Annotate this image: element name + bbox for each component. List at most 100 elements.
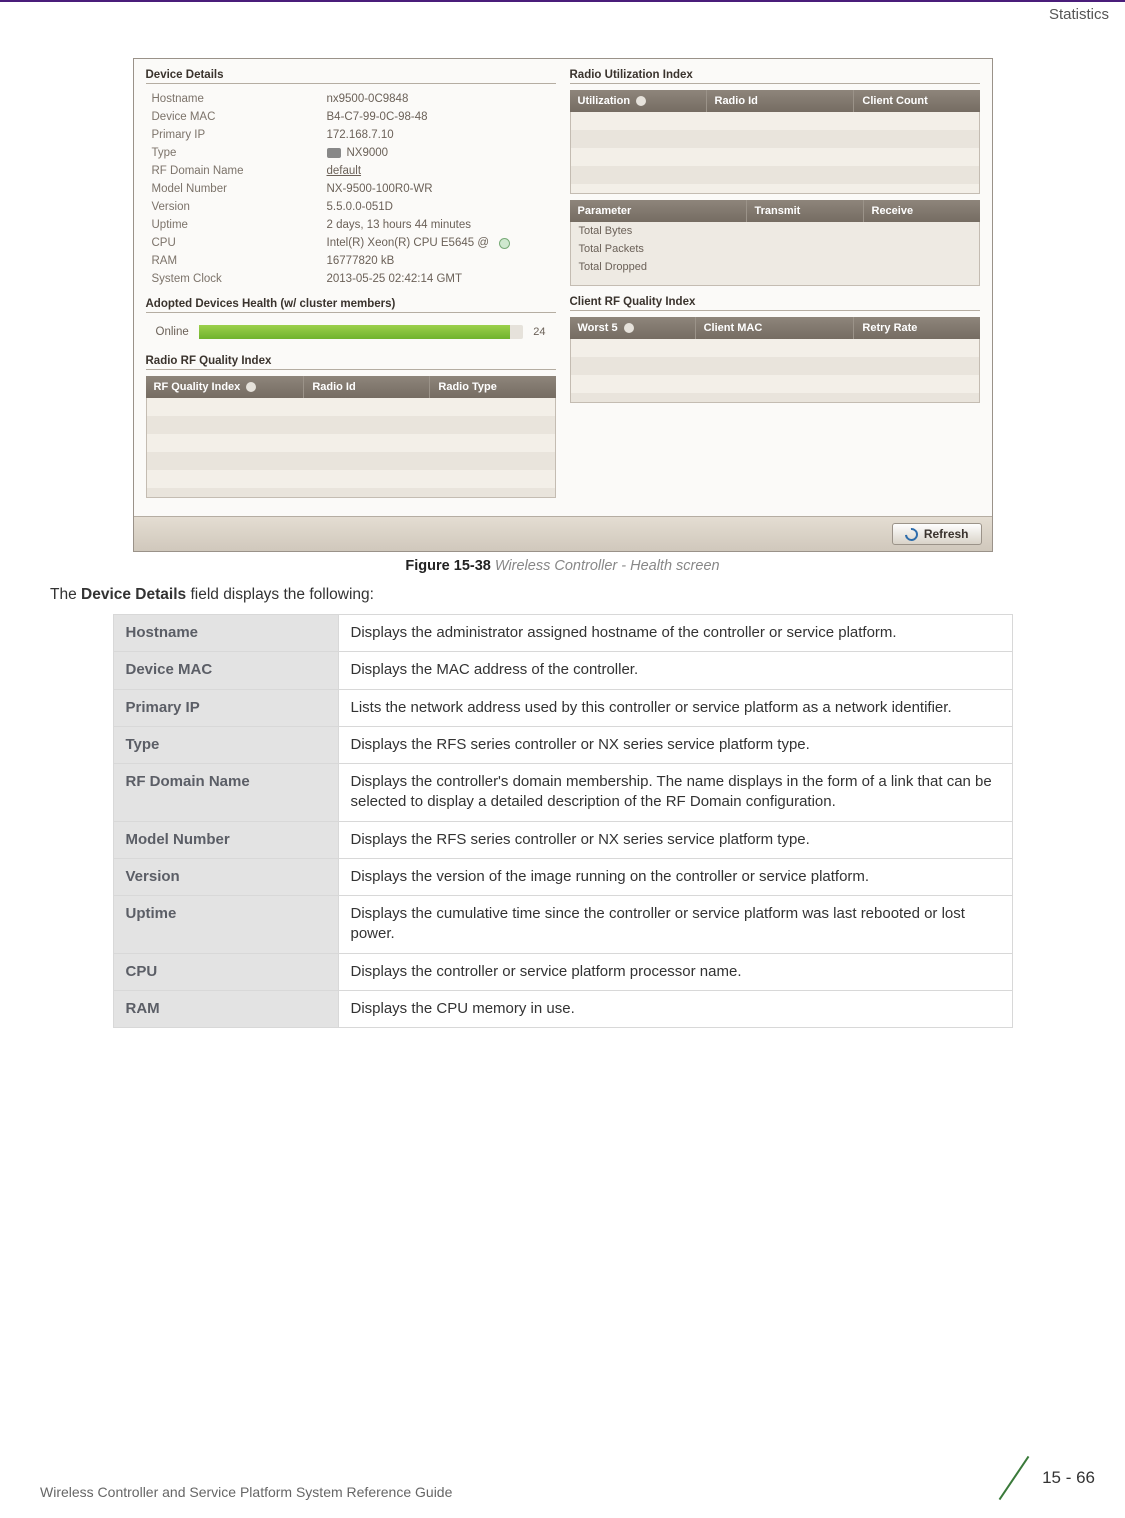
bar-value: 24 xyxy=(533,326,545,338)
value: 5.5.0.0-051D xyxy=(327,201,550,213)
term-cell: Type xyxy=(113,726,338,763)
col-transmit[interactable]: Transmit xyxy=(747,200,864,222)
param-rx xyxy=(863,240,979,258)
desc-cell: Displays the administrator assigned host… xyxy=(338,615,1012,652)
page-number-box: 15 - 66 xyxy=(994,1456,1095,1500)
label: RAM xyxy=(152,255,327,267)
col-utilization[interactable]: Utilization xyxy=(570,90,707,112)
status-dot-icon xyxy=(499,238,510,249)
client-rf-legend: Client RF Quality Index xyxy=(570,296,980,311)
param-rx xyxy=(863,222,979,240)
table-row: Model Number Displays the RFS series con… xyxy=(113,821,1012,858)
value[interactable]: default xyxy=(327,165,550,177)
table-row: CPU Displays the controller or service p… xyxy=(113,953,1012,990)
param-rx xyxy=(863,258,979,276)
intro-suffix: field displays the following: xyxy=(186,586,374,603)
desc-cell: Displays the MAC address of the controll… xyxy=(338,652,1012,689)
param-tx xyxy=(747,240,863,258)
value: 16777820 kB xyxy=(327,255,550,267)
row-uptime: Uptime 2 days, 13 hours 44 minutes xyxy=(146,216,556,234)
col-radio-id[interactable]: Radio Id xyxy=(304,376,430,398)
radio-rf-head: RF Quality Index Radio Id Radio Type xyxy=(146,376,556,398)
param-row: Total Packets xyxy=(571,240,979,258)
term-cell: Device MAC xyxy=(113,652,338,689)
client-rf-body xyxy=(570,339,980,403)
col-radio-id[interactable]: Radio Id xyxy=(707,90,855,112)
row-hostname: Hostname nx9500-0C9848 xyxy=(146,90,556,108)
screenshot-footer: Refresh xyxy=(134,516,992,551)
desc-cell: Lists the network address used by this c… xyxy=(338,689,1012,726)
term-cell: RF Domain Name xyxy=(113,764,338,822)
device-details-panel: Device Details Hostname nx9500-0C9848 De… xyxy=(146,69,556,288)
param-row: Total Dropped xyxy=(571,258,979,276)
term-cell: Hostname xyxy=(113,615,338,652)
col-label: Utilization xyxy=(578,95,631,107)
col-retry-rate[interactable]: Retry Rate xyxy=(854,317,979,339)
value: 2013-05-25 02:42:14 GMT xyxy=(327,273,550,285)
value: 2 days, 13 hours 44 minutes xyxy=(327,219,550,231)
client-rf-head: Worst 5 Client MAC Retry Rate xyxy=(570,317,980,339)
value: B4-C7-99-0C-98-48 xyxy=(327,111,550,123)
row-primary-ip: Primary IP 172.168.7.10 xyxy=(146,126,556,144)
row-ram: RAM 16777820 kB xyxy=(146,252,556,270)
col-rf-quality-index[interactable]: RF Quality Index xyxy=(146,376,305,398)
page-number: 15 - 66 xyxy=(1042,1468,1095,1488)
label: Version xyxy=(152,201,327,213)
figure-title: Wireless Controller - Health screen xyxy=(495,558,720,574)
param-tx xyxy=(747,222,863,240)
param-body: Total Bytes Total Packets Total Dropped xyxy=(570,222,980,286)
rf-domain-link[interactable]: default xyxy=(327,165,362,177)
param-head: Parameter Transmit Receive xyxy=(570,200,980,222)
value: 172.168.7.10 xyxy=(327,129,550,141)
label: Uptime xyxy=(152,219,327,231)
col-label: Worst 5 xyxy=(578,322,618,334)
radio-util-panel: Radio Utilization Index Utilization Radi… xyxy=(570,69,980,286)
device-details-legend: Device Details xyxy=(146,69,556,84)
table-row: Hostname Displays the administrator assi… xyxy=(113,615,1012,652)
refresh-label: Refresh xyxy=(924,527,969,541)
radio-util-head: Utilization Radio Id Client Count xyxy=(570,90,980,112)
param-name: Total Bytes xyxy=(571,222,747,240)
screenshot-panel: Device Details Hostname nx9500-0C9848 De… xyxy=(133,58,993,552)
value: Intel(R) Xeon(R) CPU E5645 @ xyxy=(327,237,550,249)
value: NX9000 xyxy=(327,147,550,159)
adopted-legend: Adopted Devices Health (w/ cluster membe… xyxy=(146,298,556,313)
intro-paragraph: The Device Details field displays the fo… xyxy=(50,586,1085,604)
desc-cell: Displays the cumulative time since the c… xyxy=(338,896,1012,954)
refresh-icon xyxy=(902,525,920,543)
desc-cell: Displays the controller's domain members… xyxy=(338,764,1012,822)
desc-cell: Displays the CPU memory in use. xyxy=(338,990,1012,1027)
col-worst5[interactable]: Worst 5 xyxy=(570,317,696,339)
value-text: Intel(R) Xeon(R) CPU E5645 @ xyxy=(327,237,490,249)
label: Device MAC xyxy=(152,111,327,123)
term-cell: RAM xyxy=(113,990,338,1027)
page-header: Statistics xyxy=(0,0,1125,28)
online-bar-row: Online 24 xyxy=(146,319,556,345)
right-column: Radio Utilization Index Utilization Radi… xyxy=(570,69,980,508)
col-client-count[interactable]: Client Count xyxy=(854,90,979,112)
value: NX-9500-100R0-WR xyxy=(327,183,550,195)
radio-rf-body xyxy=(146,398,556,498)
row-type: Type NX9000 xyxy=(146,144,556,162)
label: CPU xyxy=(152,237,327,249)
radio-util-legend: Radio Utilization Index xyxy=(570,69,980,84)
online-bar-fill xyxy=(199,325,511,339)
left-column: Device Details Hostname nx9500-0C9848 De… xyxy=(146,69,556,508)
label: Model Number xyxy=(152,183,327,195)
refresh-button[interactable]: Refresh xyxy=(892,523,982,545)
online-bar xyxy=(199,325,524,339)
desc-cell: Displays the version of the image runnin… xyxy=(338,858,1012,895)
col-parameter[interactable]: Parameter xyxy=(570,200,747,222)
table-row: RF Domain Name Displays the controller's… xyxy=(113,764,1012,822)
sort-icon xyxy=(636,96,646,106)
col-client-mac[interactable]: Client MAC xyxy=(696,317,855,339)
term-cell: Uptime xyxy=(113,896,338,954)
col-radio-type[interactable]: Radio Type xyxy=(430,376,555,398)
term-cell: Model Number xyxy=(113,821,338,858)
row-model-number: Model Number NX-9500-100R0-WR xyxy=(146,180,556,198)
col-receive[interactable]: Receive xyxy=(864,200,980,222)
description-table: Hostname Displays the administrator assi… xyxy=(113,614,1013,1028)
row-device-mac: Device MAC B4-C7-99-0C-98-48 xyxy=(146,108,556,126)
client-rf-panel: Client RF Quality Index Worst 5 Client M… xyxy=(570,296,980,403)
table-row: Device MAC Displays the MAC address of t… xyxy=(113,652,1012,689)
